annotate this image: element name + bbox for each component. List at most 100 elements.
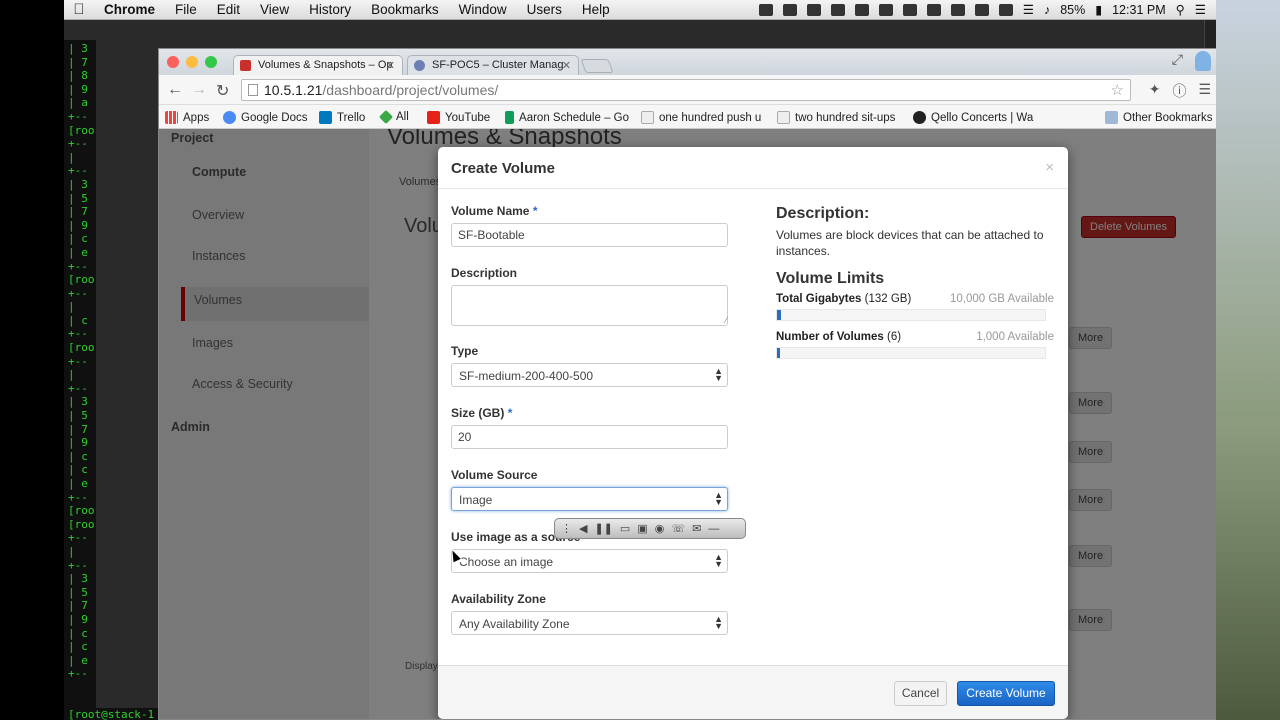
info-icon[interactable]: ⓘ xyxy=(1172,81,1186,101)
terminal-line: | c xyxy=(68,449,88,463)
menu-history[interactable]: History xyxy=(299,2,361,17)
status-app-icon[interactable] xyxy=(854,3,869,16)
tab-volumes-snapshots[interactable]: Volumes & Snapshots – Op ✕ xyxy=(233,55,403,75)
apple-icon[interactable]:  xyxy=(64,1,94,18)
type-select[interactable]: SF-medium-200-400-500 ▲ ▼ xyxy=(451,363,728,387)
menu-users[interactable]: Users xyxy=(517,2,572,17)
notification-center-icon[interactable]: ☰ xyxy=(1195,2,1206,17)
select-value: Image xyxy=(459,493,493,507)
volume-source-select[interactable]: Image ▲ ▼ xyxy=(451,487,728,511)
tab-title: SF-POC5 – Cluster Manag xyxy=(432,59,564,71)
status-app-icon[interactable] xyxy=(878,3,893,16)
back-arrow-icon[interactable]: ◀ xyxy=(579,522,587,535)
battery-percent[interactable]: 85% xyxy=(1060,3,1085,17)
spotlight-icon[interactable]: ⚲ xyxy=(1176,2,1185,17)
status-app-icon[interactable] xyxy=(974,3,989,16)
bookmark-trello[interactable]: Trello xyxy=(319,111,365,124)
menu-help[interactable]: Help xyxy=(572,2,620,17)
minimize-window-icon[interactable] xyxy=(186,56,198,68)
status-app-icon[interactable] xyxy=(782,3,797,16)
bookmark-qello[interactable]: Qello Concerts | Wa xyxy=(913,111,1039,124)
bookmark-label: two hundred sit-ups xyxy=(795,111,896,124)
screen-left-edge xyxy=(0,0,64,720)
camera-icon[interactable]: ◉ xyxy=(655,522,665,535)
wifi-icon[interactable]: ☰ xyxy=(1023,2,1034,17)
label-text: Size (GB) xyxy=(451,406,505,420)
back-icon[interactable]: ← xyxy=(167,81,183,99)
bookmark-star-icon[interactable]: ☆ xyxy=(1111,81,1124,99)
phone-icon[interactable]: ☏ xyxy=(671,522,685,535)
new-tab-button[interactable] xyxy=(580,59,614,73)
description-label: Description xyxy=(451,266,518,280)
pause-icon[interactable]: ❚❚ xyxy=(594,522,612,535)
bookmark-push-ups[interactable]: one hundred push u xyxy=(641,111,763,124)
volume-icon[interactable]: ♪ xyxy=(1044,3,1050,17)
close-icon[interactable]: × xyxy=(1045,159,1054,176)
menu-view[interactable]: View xyxy=(250,2,299,17)
extension-icon[interactable]: ✦ xyxy=(1149,81,1161,101)
resize-handle-icon[interactable]: ∕ xyxy=(725,315,727,325)
terminal-line: | 5 xyxy=(68,585,88,599)
bookmark-all[interactable]: All xyxy=(378,109,409,125)
close-window-icon[interactable] xyxy=(167,56,179,68)
browser-toolbar: ← → ↻ 10.5.1.21/dashboard/project/volume… xyxy=(159,75,1216,105)
screen-share-icon[interactable]: ▣ xyxy=(637,522,647,535)
profile-avatar-icon[interactable] xyxy=(1195,51,1211,71)
battery-icon[interactable]: ▮ xyxy=(1095,2,1102,17)
menu-edit[interactable]: Edit xyxy=(207,2,250,17)
drag-handle-icon[interactable]: ⋮ xyxy=(561,522,572,535)
description-textarea[interactable] xyxy=(451,285,728,326)
status-app-icon[interactable] xyxy=(950,3,965,16)
size-input[interactable] xyxy=(451,425,728,449)
availability-zone-select[interactable]: Any Availability Zone ▲ ▼ xyxy=(451,611,728,635)
menu-file[interactable]: File xyxy=(165,2,207,17)
terminal-line: | 7 xyxy=(68,55,88,69)
progress-fill xyxy=(777,310,781,320)
bookmark-google-docs[interactable]: Google Docs xyxy=(223,111,307,124)
bookmark-other[interactable]: Other Bookmarks xyxy=(1105,111,1212,124)
terminal-line: | xyxy=(68,300,75,314)
screen-icon[interactable]: ▭ xyxy=(620,522,630,535)
zoom-window-icon[interactable] xyxy=(205,56,217,68)
image-source-select[interactable]: Choose an image ▲ ▼ xyxy=(451,549,728,573)
terminal-window[interactable]: | 3 | 7 | 8 | 9 | a +-- [roo +-- | +-- | 3 | 5 | 7 | … xyxy=(64,40,96,720)
apps-grid-icon xyxy=(165,111,178,124)
address-bar[interactable]: 10.5.1.21/dashboard/project/volumes/ ☆ xyxy=(241,79,1131,101)
chat-icon[interactable]: ✉ xyxy=(692,522,701,535)
reload-icon[interactable]: ↻ xyxy=(216,81,229,101)
bookmark-youtube[interactable]: YouTube xyxy=(427,111,490,124)
qello-icon xyxy=(913,111,926,124)
trello-icon xyxy=(319,111,332,124)
minimize-icon[interactable]: — xyxy=(708,523,719,535)
bookmark-apps[interactable]: Apps xyxy=(165,111,209,124)
status-app-icon[interactable] xyxy=(758,3,773,16)
status-app-icon[interactable] xyxy=(926,3,941,16)
status-app-icon[interactable] xyxy=(902,3,917,16)
status-app-icon[interactable] xyxy=(998,3,1013,16)
fullscreen-icon[interactable]: ⤢ xyxy=(1172,51,1183,71)
menubar-clock[interactable]: 12:31 PM xyxy=(1112,3,1166,17)
bookmark-sit-ups[interactable]: two hundred sit-ups xyxy=(777,111,895,124)
menu-bookmarks[interactable]: Bookmarks xyxy=(361,2,449,17)
forward-icon[interactable]: → xyxy=(191,81,207,99)
terminal-line: | e xyxy=(68,245,88,259)
terminal-line: [roo xyxy=(68,273,95,287)
description-wrap: ∕ xyxy=(451,285,728,326)
page-icon xyxy=(777,111,790,124)
total-gigabytes-bar xyxy=(776,309,1046,321)
terminal-line: | c xyxy=(68,313,88,327)
cancel-button[interactable]: Cancel xyxy=(894,681,947,706)
status-app-icon[interactable] xyxy=(806,3,821,16)
close-tab-icon[interactable]: ✕ xyxy=(562,59,571,72)
menu-app-name[interactable]: Chrome xyxy=(94,2,165,17)
menu-window[interactable]: Window xyxy=(449,2,517,17)
volume-name-input[interactable] xyxy=(451,223,728,247)
tab-cluster-manager[interactable]: SF-POC5 – Cluster Manag ✕ xyxy=(407,55,579,75)
terminal-line: | xyxy=(68,150,75,164)
status-app-icon[interactable] xyxy=(830,3,845,16)
create-volume-button[interactable]: Create Volume xyxy=(957,681,1055,706)
terminal-line: | a xyxy=(68,96,88,110)
close-tab-icon[interactable]: ✕ xyxy=(386,59,395,72)
bookmark-aaron-schedule[interactable]: Aaron Schedule – Go xyxy=(505,111,629,124)
menu-icon[interactable]: ☰ xyxy=(1198,81,1211,101)
